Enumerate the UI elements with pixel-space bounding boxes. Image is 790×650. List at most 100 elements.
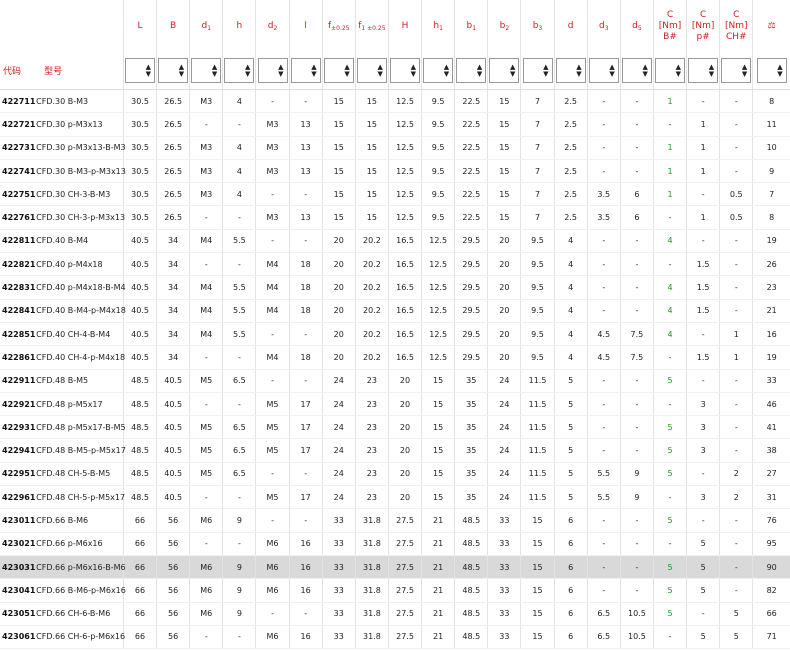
filter-select-d5[interactable]: ▲ ▼ [621, 58, 652, 83]
cell-L: 40.5 [122, 345, 157, 370]
cell-d1: M4 [189, 299, 223, 323]
cell-h1: 21 [421, 508, 455, 533]
table-row[interactable]: 422831 CFD.40 p-M4x18-B-M4 40.5 34 M4 5.5 M4 18… [0, 275, 790, 300]
sort-arrows-icon: ▲ ▼ [510, 63, 516, 78]
cell-cp: - [686, 602, 720, 626]
table-row[interactable]: 422931 CFD.48 p-M5x17-B-M5 48.5 40.5 M5 6.5 M5… [0, 415, 790, 440]
product-code: 422931 [0, 415, 35, 440]
product-model: CFD.30 B-M3-p-M3x13 [34, 159, 126, 184]
sort-arrows-icon: ▲ ▼ [278, 63, 284, 78]
filter-select-d[interactable]: ▲ ▼ [555, 58, 586, 83]
table-row[interactable]: 422761 CFD.30 CH-3-p-M3x13 30.5 26.5- - M3 13 1… [0, 205, 790, 230]
cell-l: - [288, 182, 323, 207]
cell-b2: 33 [487, 602, 521, 626]
table-row[interactable]: 422711 CFD.30 B-M3 30.5 26.5 M3 4- -15 15 12.5 9.… [0, 89, 790, 114]
table-row[interactable]: 422861 CFD.40 CH-4-p-M4x18 40.5 34- - M4 18 20 2… [0, 345, 790, 370]
column-header-h1: h1 [421, 0, 455, 52]
cell-b2: 33 [487, 625, 521, 650]
cell-l: - [288, 602, 323, 626]
cell-L: 40.5 [122, 299, 157, 323]
filter-select-H[interactable]: ▲ ▼ [390, 58, 421, 83]
filter-select-d1[interactable]: ▲ ▼ [191, 58, 222, 83]
cell-b1: 35 [454, 485, 488, 510]
cell-b1: 22.5 [454, 112, 488, 137]
table-row[interactable]: 422751 CFD.30 CH-3-B-M3 30.5 26.5 M3 4- -15 15 1… [0, 182, 790, 207]
filter-select-h1[interactable]: ▲ ▼ [423, 58, 454, 83]
table-row[interactable]: 422851 CFD.40 CH-4-B-M4 40.5 34 M4 5.5- -20 20.… [0, 322, 790, 347]
filter-select-b1[interactable]: ▲ ▼ [456, 58, 487, 83]
cell-f025: 24 [321, 369, 356, 393]
product-model: CFD.30 p-M3x13-B-M3 [34, 136, 126, 160]
filter-select-d3[interactable]: ▲ ▼ [588, 58, 619, 83]
cell-l: 16 [288, 578, 323, 603]
table-row[interactable]: 423061 CFD.66 CH-6-p-M6x16 66 56- - M6 16 33 31.… [0, 625, 790, 650]
table-row[interactable]: 422821 CFD.40 p-M4x18 40.5 34- - M4 18 20 20.2 16… [0, 252, 790, 277]
cell-cp: - [686, 508, 720, 533]
table-row[interactable]: 422941 CFD.48 B-M5-p-M5x17 48.5 40.5 M5 6.5 M5… [0, 438, 790, 463]
cell-d2: M6 [255, 555, 290, 580]
table-row[interactable]: 422811 CFD.40 B-M4 40.5 34 M4 5.5- -20 20.2 16.5… [0, 229, 790, 254]
cell-f1: 23 [354, 438, 389, 463]
filter-select-b3[interactable]: ▲ ▼ [522, 58, 553, 83]
cell-f025: 15 [321, 112, 356, 137]
table-row[interactable]: 423021 CFD.66 p-M6x16 66 56- - M6 16 33 31.8 27.5… [0, 532, 790, 556]
product-code: 422731 [0, 136, 35, 160]
cell-l: 17 [288, 438, 323, 463]
cell-b2: 15 [487, 205, 521, 230]
cell-d1: M5 [189, 438, 223, 463]
cell-h: 9 [222, 508, 256, 533]
filter-select-cch[interactable]: ▲ ▼ [721, 58, 752, 83]
filter-select-l[interactable]: ▲ ▼ [290, 58, 321, 83]
filter-select-B[interactable]: ▲ ▼ [158, 58, 189, 83]
filter-select-b2[interactable]: ▲ ▼ [489, 58, 520, 83]
table-row[interactable]: 423031 CFD.66 p-M6x16-B-M6 66 56 M6 9 M6 16 33 31… [0, 555, 790, 580]
sort-arrows-icon: ▲ ▼ [344, 63, 350, 78]
product-code: 422941 [0, 438, 35, 463]
table-row[interactable]: 422721 CFD.30 p-M3x13 30.5 26.5- - M3 13 15 15 12… [0, 112, 790, 137]
table-row[interactable]: 423011 CFD.66 B-M6 66 56 M6 9- -33 31.8 27.5 21 48… [0, 508, 790, 533]
cell-H: 16.5 [387, 299, 422, 323]
cell-b2: 33 [487, 532, 521, 556]
cell-H: 27.5 [387, 625, 422, 650]
filter-select-L[interactable]: ▲ ▼ [125, 58, 156, 83]
filter-select-d2[interactable]: ▲ ▼ [257, 58, 288, 83]
filter-select-cb[interactable]: ▲ ▼ [655, 58, 686, 83]
table-row[interactable]: 423051 CFD.66 CH-6-B-M6 66 56 M6 9- -33 31.8 27.… [0, 602, 790, 626]
table-row[interactable]: 422741 CFD.30 B-M3-p-M3x13 30.5 26.5 M3 4 M3 13… [0, 159, 790, 184]
product-model: CFD.66 p-M6x16 [34, 532, 124, 556]
cell-f025: 24 [321, 462, 356, 487]
cell-d: 6 [553, 602, 588, 626]
column-header-d: d [553, 0, 588, 52]
cell-cch: - [719, 438, 753, 463]
filter-select-f1[interactable]: ▲ ▼ [356, 58, 387, 83]
table-row[interactable]: 422731 CFD.30 p-M3x13-B-M3 30.5 26.5 M3 4 M3 13… [0, 136, 790, 160]
table-row[interactable]: 422921 CFD.48 p-M5x17 48.5 40.5- - M5 17 24 23 20… [0, 392, 790, 417]
cell-f025: 20 [321, 252, 356, 277]
cell-d5: 10.5 [619, 602, 654, 626]
cell-d3: - [586, 229, 621, 254]
cell-d1: M6 [189, 555, 223, 580]
cell-d3: 3.5 [586, 182, 621, 207]
cell-d3: - [586, 275, 621, 300]
cell-d3: 6.5 [586, 602, 621, 626]
cell-f025: 33 [321, 508, 356, 533]
table-row[interactable]: 422911 CFD.48 B-M5 48.5 40.5 M5 6.5- -24 23 20 15… [0, 369, 790, 393]
cell-d2: - [255, 602, 290, 626]
filter-select-w[interactable]: ▲ ▼ [756, 58, 787, 83]
table-row[interactable]: 422951 CFD.48 CH-5-B-M5 48.5 40.5 M5 6.5- -24 2… [0, 462, 790, 487]
cell-w: 41 [752, 415, 790, 440]
cell-H: 27.5 [387, 532, 422, 556]
cell-d1: M4 [189, 229, 223, 254]
filter-select-f025[interactable]: ▲ ▼ [323, 58, 354, 83]
cell-b2: 20 [487, 322, 521, 347]
table-row[interactable]: 422841 CFD.40 B-M4-p-M4x18 40.5 34 M4 5.5 M4 18… [0, 299, 790, 323]
filter-select-cp[interactable]: ▲ ▼ [688, 58, 719, 83]
product-code: 423031 [0, 555, 35, 580]
table-row[interactable]: 422961 CFD.48 CH-5-p-M5x17 48.5 40.5- - M5 17 2… [0, 485, 790, 510]
filter-select-h[interactable]: ▲ ▼ [224, 58, 255, 83]
product-code: 422751 [0, 182, 35, 207]
table-row[interactable]: 423041 CFD.66 B-M6-p-M6x16 66 56 M6 9 M6 16 33 31… [0, 578, 790, 603]
product-model: CFD.66 p-M6x16-B-M6 [34, 555, 126, 580]
cell-w: 19 [752, 345, 790, 370]
cell-L: 66 [122, 532, 157, 556]
